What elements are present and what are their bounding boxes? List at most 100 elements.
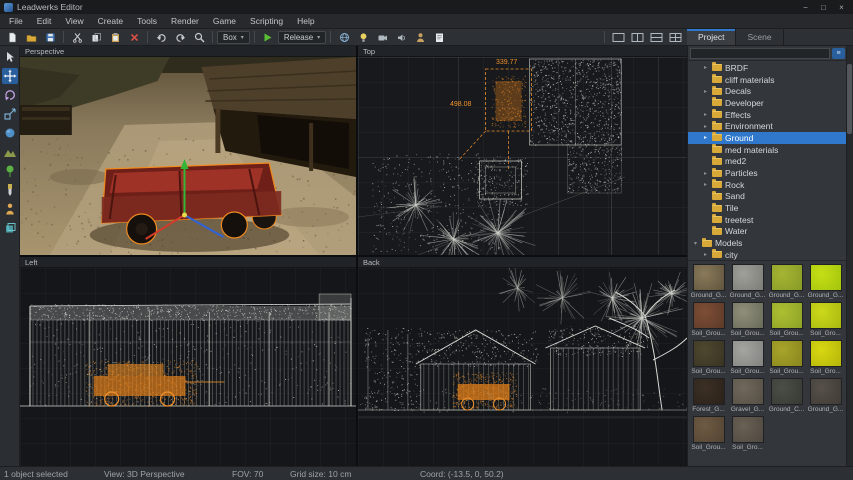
menu-help[interactable]: Help bbox=[290, 14, 321, 28]
tree-item-environment[interactable]: ▸Environment bbox=[688, 120, 846, 132]
expand-arrow-icon[interactable]: ▸ bbox=[702, 251, 709, 258]
thumbnail-image[interactable] bbox=[771, 378, 803, 405]
thumbnail-image[interactable] bbox=[810, 340, 842, 367]
move-tool-button[interactable] bbox=[2, 68, 18, 84]
tree-item-treetest[interactable]: treetest bbox=[688, 214, 846, 226]
thumbnail-image[interactable] bbox=[732, 378, 764, 405]
paint-tool-button[interactable] bbox=[2, 182, 18, 198]
asset-thumbnail[interactable]: Forest_G... bbox=[690, 378, 727, 413]
asset-thumbnail[interactable]: Soil_Grou... bbox=[690, 340, 727, 375]
tree-item-effects[interactable]: ▸Effects bbox=[688, 109, 846, 121]
viewport-back-canvas[interactable] bbox=[358, 268, 687, 466]
thumbnail-image[interactable] bbox=[693, 378, 725, 405]
expand-arrow-icon[interactable]: ▸ bbox=[702, 134, 709, 141]
thumbnail-image[interactable] bbox=[810, 378, 842, 405]
tree-item-particles[interactable]: ▸Particles bbox=[688, 167, 846, 179]
menu-create[interactable]: Create bbox=[91, 14, 131, 28]
panel-scrollbar[interactable] bbox=[846, 46, 853, 466]
layout-single-button[interactable] bbox=[609, 30, 627, 44]
terrain-tool-button[interactable] bbox=[2, 144, 18, 160]
menu-view[interactable]: View bbox=[58, 14, 90, 28]
expand-arrow-icon[interactable]: ▸ bbox=[702, 181, 709, 188]
maximize-button[interactable]: □ bbox=[816, 2, 831, 13]
thumbnail-image[interactable] bbox=[693, 302, 725, 329]
character-tool-button[interactable] bbox=[2, 201, 18, 217]
expand-arrow-icon[interactable]: ▸ bbox=[702, 88, 709, 95]
thumbnail-image[interactable] bbox=[810, 264, 842, 291]
asset-thumbnail[interactable]: Soil_Gro... bbox=[807, 302, 844, 337]
menu-tools[interactable]: Tools bbox=[130, 14, 164, 28]
expand-arrow-icon[interactable]: ▸ bbox=[702, 111, 709, 118]
asset-thumbnail[interactable]: Ground_C... bbox=[768, 378, 805, 413]
tree-item-ground[interactable]: ▸Ground bbox=[688, 132, 846, 144]
zoom-button[interactable] bbox=[190, 30, 208, 44]
minimize-button[interactable]: − bbox=[798, 2, 813, 13]
asset-thumbnail[interactable]: Soil_Gro... bbox=[729, 416, 766, 451]
asset-thumbnail[interactable]: Soil_Grou... bbox=[690, 302, 727, 337]
asset-thumbnail[interactable]: Soil_Grou... bbox=[690, 416, 727, 451]
undo-button[interactable] bbox=[152, 30, 170, 44]
asset-thumbnail[interactable]: Ground_G... bbox=[690, 264, 727, 299]
tree-item-brdf[interactable]: ▸BRDF bbox=[688, 62, 846, 74]
thumbnail-image[interactable] bbox=[732, 416, 764, 443]
asset-thumbnail[interactable]: Soil_Grou... bbox=[729, 302, 766, 337]
close-button[interactable]: × bbox=[834, 2, 849, 13]
tree-item-water[interactable]: Water bbox=[688, 226, 846, 238]
copy-button[interactable] bbox=[87, 30, 105, 44]
asset-thumbnail[interactable]: Gravel_G... bbox=[729, 378, 766, 413]
thumbnail-image[interactable] bbox=[693, 340, 725, 367]
select-tool-button[interactable] bbox=[2, 49, 18, 65]
primitive-dropdown[interactable]: Box ▾ bbox=[217, 31, 250, 44]
play-button[interactable] bbox=[259, 30, 277, 44]
cut-button[interactable] bbox=[68, 30, 86, 44]
sound-button[interactable] bbox=[392, 30, 410, 44]
menu-render[interactable]: Render bbox=[164, 14, 206, 28]
paste-button[interactable] bbox=[106, 30, 124, 44]
light-button[interactable] bbox=[354, 30, 372, 44]
tab-project[interactable]: Project bbox=[687, 29, 736, 45]
asset-thumbnail[interactable]: Ground_G... bbox=[807, 264, 844, 299]
tree-item-models[interactable]: ▾Models bbox=[688, 237, 846, 249]
tree-item-med-materials[interactable]: med materials bbox=[688, 144, 846, 156]
tree-item-city[interactable]: ▸city bbox=[688, 249, 846, 261]
delete-button[interactable] bbox=[125, 30, 143, 44]
menu-scripting[interactable]: Scripting bbox=[243, 14, 290, 28]
save-button[interactable] bbox=[41, 30, 59, 44]
tab-scene[interactable]: Scene bbox=[736, 29, 783, 45]
script-button[interactable] bbox=[430, 30, 448, 44]
viewport-left-header[interactable]: Left bbox=[20, 257, 356, 268]
panel-scrollbar-thumb[interactable] bbox=[847, 64, 852, 134]
expand-arrow-icon[interactable]: ▸ bbox=[702, 64, 709, 71]
menu-file[interactable]: File bbox=[2, 14, 30, 28]
asset-thumbnail[interactable]: Ground_G... bbox=[807, 378, 844, 413]
world-button[interactable] bbox=[335, 30, 353, 44]
thumbnail-image[interactable] bbox=[732, 302, 764, 329]
tree-item-cliff-materials[interactable]: cliff materials bbox=[688, 74, 846, 86]
asset-thumbnail[interactable]: Ground_G... bbox=[729, 264, 766, 299]
viewport-top-canvas[interactable]: 339.77 498.08 bbox=[358, 57, 687, 255]
thumbnail-image[interactable] bbox=[810, 302, 842, 329]
thumbnail-image[interactable] bbox=[771, 264, 803, 291]
thumbnail-image[interactable] bbox=[732, 340, 764, 367]
panel-options-button[interactable]: ≡ bbox=[832, 48, 845, 59]
open-file-button[interactable] bbox=[22, 30, 40, 44]
tree-item-med2[interactable]: med2 bbox=[688, 156, 846, 168]
scale-tool-button[interactable] bbox=[2, 106, 18, 122]
entity-tool-button[interactable] bbox=[2, 125, 18, 141]
layout-hsplit-button[interactable] bbox=[647, 30, 665, 44]
character-button[interactable] bbox=[411, 30, 429, 44]
csg-tool-button[interactable] bbox=[2, 220, 18, 236]
asset-thumbnail[interactable]: Soil_Grou... bbox=[729, 340, 766, 375]
build-config-dropdown[interactable]: Release ▾ bbox=[278, 31, 326, 44]
tree-item-rock[interactable]: ▸Rock bbox=[688, 179, 846, 191]
vegetation-tool-button[interactable] bbox=[2, 163, 18, 179]
viewport-back-header[interactable]: Back bbox=[358, 257, 687, 268]
tree-item-tile[interactable]: Tile bbox=[688, 202, 846, 214]
expand-arrow-icon[interactable]: ▸ bbox=[702, 123, 709, 130]
tree-item-sand[interactable]: Sand bbox=[688, 191, 846, 203]
thumbnail-image[interactable] bbox=[693, 416, 725, 443]
thumbnail-image[interactable] bbox=[732, 264, 764, 291]
menu-game[interactable]: Game bbox=[206, 14, 243, 28]
thumbnail-image[interactable] bbox=[771, 340, 803, 367]
tree-item-developer[interactable]: Developer bbox=[688, 97, 846, 109]
